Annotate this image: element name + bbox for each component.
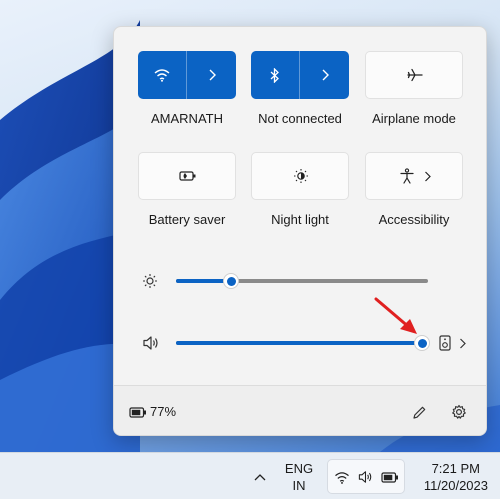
language-indicator[interactable]: ENG IN bbox=[281, 460, 317, 494]
brightness-slider[interactable] bbox=[176, 273, 428, 289]
wifi-tile[interactable] bbox=[138, 51, 236, 99]
wifi-icon bbox=[154, 69, 170, 82]
accessibility-tile[interactable] bbox=[365, 152, 463, 200]
show-hidden-icons-button[interactable] bbox=[250, 467, 270, 487]
clock[interactable]: 7:21 PM 11/20/2023 bbox=[412, 460, 488, 494]
chevron-right-icon bbox=[322, 69, 329, 81]
night-light-tile-content bbox=[252, 153, 350, 199]
volume-slider[interactable] bbox=[176, 335, 430, 351]
accessibility-tile-label: Accessibility bbox=[378, 212, 450, 227]
network-volume-battery-group[interactable] bbox=[327, 459, 405, 494]
airplane-mode-tile-label: Airplane mode bbox=[372, 111, 456, 126]
settings-button[interactable] bbox=[448, 401, 470, 423]
clock-time: 7:21 PM bbox=[431, 461, 480, 476]
accessibility-tile-content bbox=[366, 153, 464, 199]
bluetooth-icon bbox=[270, 67, 279, 83]
quick-settings-panel: AMARNATH Not connected Airplane mode Bat… bbox=[113, 26, 487, 436]
language-region: IN bbox=[292, 478, 306, 493]
taskbar: ENG IN 7:21 PM 11/20/2023 bbox=[0, 452, 500, 499]
wifi-icon bbox=[333, 469, 351, 485]
speaker-icon[interactable] bbox=[140, 333, 162, 353]
airplane-icon bbox=[407, 68, 423, 82]
wifi-toggle[interactable] bbox=[138, 51, 186, 99]
airplane-tile-content bbox=[366, 52, 464, 98]
night-light-icon bbox=[294, 169, 308, 183]
speaker-icon bbox=[356, 469, 374, 485]
audio-output-icon bbox=[438, 335, 451, 351]
battery-saver-tile[interactable] bbox=[138, 152, 236, 200]
edit-pencil-icon bbox=[412, 406, 425, 419]
volume-slider-fill bbox=[176, 341, 422, 345]
clock-date: 11/20/2023 bbox=[423, 478, 488, 493]
quick-settings-footer: 77% bbox=[114, 385, 486, 435]
bluetooth-toggle[interactable] bbox=[251, 51, 299, 99]
quick-settings-body: AMARNATH Not connected Airplane mode Bat… bbox=[114, 27, 486, 385]
battery-icon bbox=[380, 470, 400, 484]
battery-icon bbox=[129, 406, 146, 418]
wifi-expand-button[interactable] bbox=[187, 51, 236, 99]
bluetooth-expand-button[interactable] bbox=[300, 51, 349, 99]
battery-percentage[interactable]: 77% bbox=[150, 403, 176, 421]
airplane-mode-tile[interactable] bbox=[365, 51, 463, 99]
battery-saver-tile-label: Battery saver bbox=[148, 212, 226, 227]
brightness-icon bbox=[140, 271, 160, 291]
wifi-tile-label: AMARNATH bbox=[151, 111, 223, 126]
chevron-up-icon bbox=[254, 474, 266, 481]
language-code: ENG bbox=[284, 461, 314, 476]
chevron-right-icon bbox=[424, 171, 431, 181]
battery-saver-tile-content bbox=[139, 153, 237, 199]
night-light-tile-label: Night light bbox=[271, 212, 329, 227]
chevron-right-icon bbox=[209, 69, 216, 81]
annotation-arrow bbox=[374, 297, 417, 334]
chevron-right-icon bbox=[459, 338, 466, 348]
audio-output-button[interactable] bbox=[432, 332, 472, 354]
settings-gear-icon bbox=[452, 404, 466, 419]
bluetooth-tile-label: Not connected bbox=[258, 111, 342, 126]
battery-button[interactable] bbox=[128, 403, 148, 421]
brightness-slider-thumb[interactable] bbox=[223, 273, 240, 289]
bluetooth-tile[interactable] bbox=[251, 51, 349, 99]
night-light-tile[interactable] bbox=[251, 152, 349, 200]
battery-saver-icon bbox=[179, 171, 196, 181]
edit-quick-settings-button[interactable] bbox=[408, 401, 430, 423]
accessibility-icon bbox=[399, 168, 414, 184]
